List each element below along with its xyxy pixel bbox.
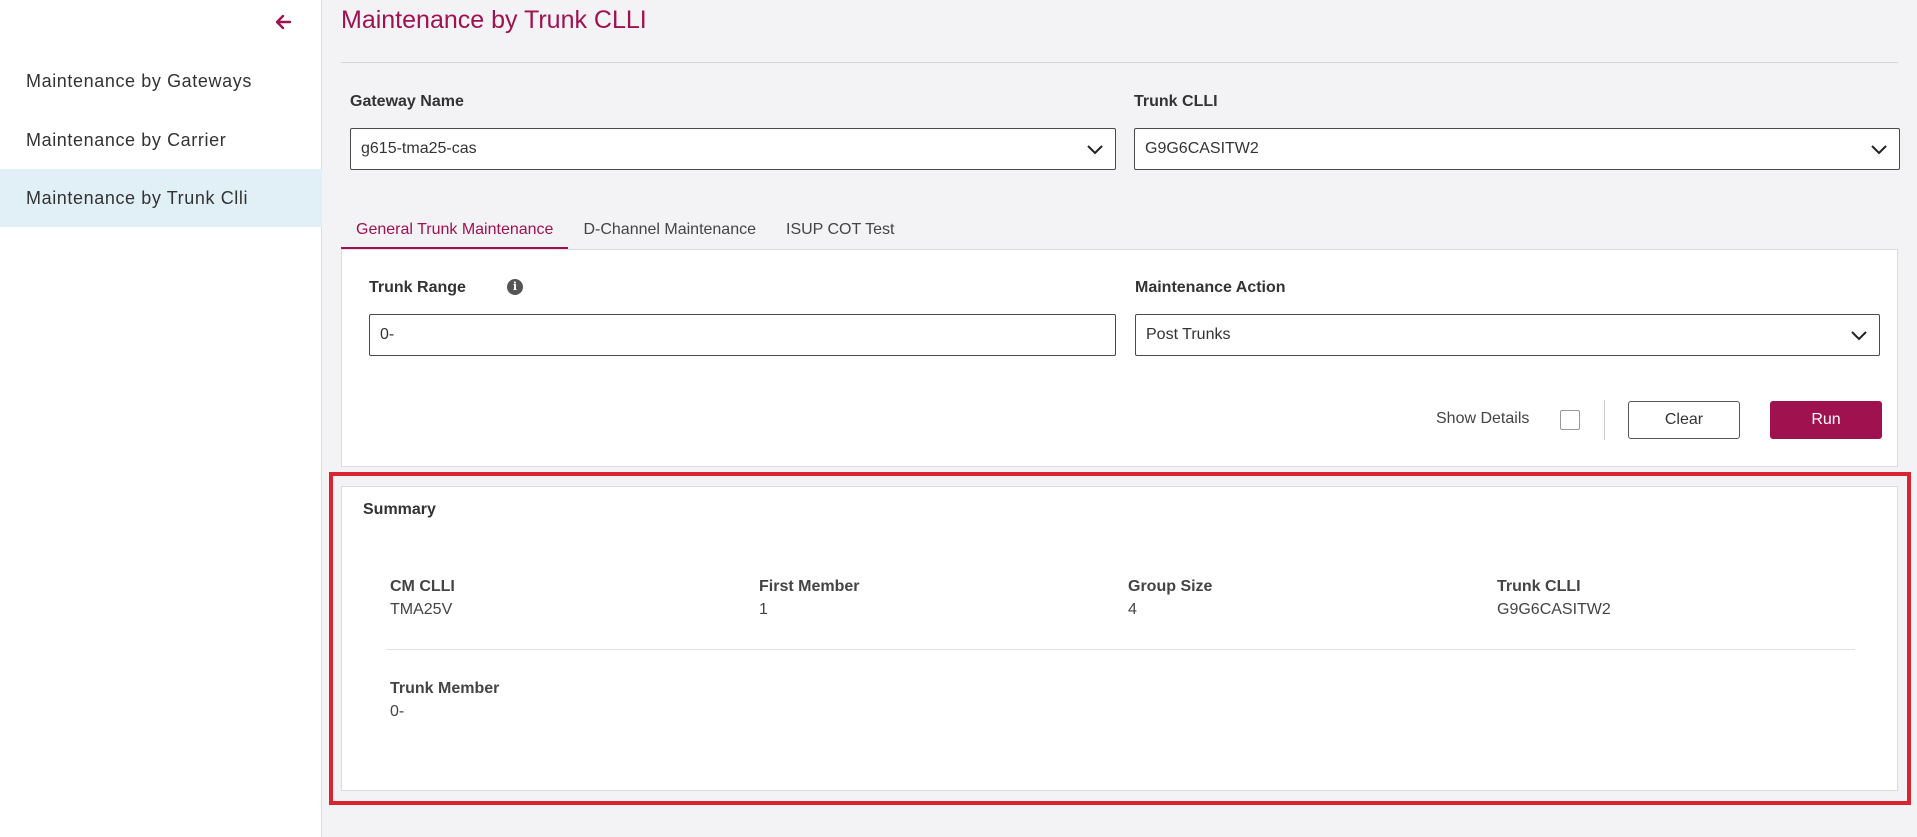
show-details-label: Show Details: [1436, 410, 1530, 427]
divider: [1604, 400, 1605, 440]
summary-field-label: Group Size: [1128, 578, 1213, 595]
summary-field-label: CM CLLI: [390, 578, 455, 595]
chevron-down-icon: [1871, 145, 1887, 155]
summary-field-group-size: Group Size 4: [1128, 578, 1212, 619]
run-button[interactable]: Run: [1770, 401, 1882, 439]
maintenance-action-label: Maintenance Action: [1135, 279, 1286, 296]
tab-isup-cot-test[interactable]: ISUP COT Test: [771, 216, 909, 250]
tab-general-trunk-maintenance[interactable]: General Trunk Maintenance: [341, 216, 569, 250]
arrow-left-icon[interactable]: [274, 10, 294, 34]
show-details-checkbox[interactable]: [1560, 410, 1580, 430]
maintenance-action-select[interactable]: Post Trunks: [1135, 314, 1880, 356]
summary-field-cm-clli: CM CLLI TMA25V: [390, 578, 455, 619]
gateway-name-value: g615-tma25-cas: [361, 140, 477, 157]
summary-title: Summary: [363, 501, 436, 518]
summary-field-value: 0-: [390, 703, 405, 720]
gateway-name-label: Gateway Name: [350, 93, 464, 110]
summary-field-value: TMA25V: [390, 601, 453, 618]
trunk-range-label: Trunk Range: [369, 279, 466, 296]
chevron-down-icon: [1851, 331, 1867, 341]
trunk-clli-select[interactable]: G9G6CASITW2: [1134, 128, 1900, 170]
summary-field-value: G9G6CASITW2: [1497, 601, 1611, 618]
main-content: Maintenance by Trunk CLLI Gateway Name g…: [323, 0, 1917, 837]
summary-field-value: 4: [1128, 601, 1137, 618]
tab-d-channel-maintenance[interactable]: D-Channel Maintenance: [568, 216, 771, 250]
maintenance-action-value: Post Trunks: [1146, 326, 1231, 343]
page-title: Maintenance by Trunk CLLI: [341, 6, 647, 34]
gateway-name-select[interactable]: g615-tma25-cas: [350, 128, 1116, 170]
summary-card: Summary CM CLLI TMA25V First Member 1 Gr…: [341, 486, 1898, 791]
summary-divider: [386, 649, 1855, 650]
summary-field-trunk-clli: Trunk CLLI G9G6CASITW2: [1497, 578, 1611, 619]
maintenance-tabs: General Trunk Maintenance D-Channel Main…: [341, 216, 909, 250]
summary-field-first-member: First Member 1: [759, 578, 859, 619]
summary-field-label: Trunk CLLI: [1497, 578, 1581, 595]
clear-button[interactable]: Clear: [1628, 401, 1740, 439]
trunk-maintenance-panel: Trunk Range i Maintenance Action Post Tr…: [341, 249, 1898, 467]
chevron-down-icon: [1087, 145, 1103, 155]
sidebar-item-carrier[interactable]: Maintenance by Carrier: [0, 111, 322, 169]
summary-field-label: Trunk Member: [390, 680, 500, 697]
info-icon[interactable]: i: [507, 279, 523, 295]
summary-field-label: First Member: [759, 578, 860, 595]
sidebar-item-label: Maintenance by Trunk Clli: [26, 187, 249, 208]
trunk-clli-value: G9G6CASITW2: [1145, 140, 1259, 157]
summary-field-trunk-member: Trunk Member 0-: [390, 680, 499, 721]
trunk-range-input[interactable]: [369, 314, 1116, 356]
sidebar: Maintenance by Gateways Maintenance by C…: [0, 0, 322, 837]
title-divider: [341, 62, 1898, 63]
trunk-clli-label: Trunk CLLI: [1134, 93, 1218, 110]
sidebar-item-gateways[interactable]: Maintenance by Gateways: [0, 52, 322, 110]
summary-field-value: 1: [759, 601, 768, 618]
sidebar-item-trunk-clli[interactable]: Maintenance by Trunk Clli: [0, 169, 322, 227]
sidebar-item-label: Maintenance by Gateways: [26, 70, 252, 91]
sidebar-item-label: Maintenance by Carrier: [26, 129, 227, 150]
